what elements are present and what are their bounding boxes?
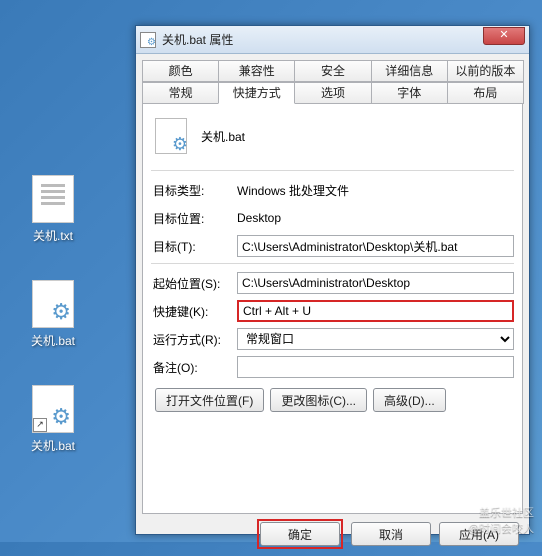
cancel-button[interactable]: 取消 — [351, 522, 431, 546]
watermark-line1: 盖乐世社区 — [468, 504, 534, 520]
open-location-button[interactable]: 打开文件位置(F) — [155, 388, 264, 412]
run-select[interactable]: 常规窗口 — [237, 328, 514, 350]
tab-security[interactable]: 安全 — [294, 60, 371, 82]
target-type-value: Windows 批处理文件 — [237, 182, 514, 199]
comment-label: 备注(O): — [151, 359, 237, 376]
title-icon — [140, 32, 156, 48]
shortcut-key-label: 快捷键(K): — [151, 303, 237, 320]
run-label: 运行方式(R): — [151, 331, 237, 348]
tab-details[interactable]: 详细信息 — [371, 60, 448, 82]
watermark: 盖乐世社区 @时间会咬人 — [468, 504, 534, 536]
target-loc-label: 目标位置: — [151, 210, 237, 227]
tab-compat[interactable]: 兼容性 — [218, 60, 295, 82]
file-bat-shortcut-icon — [32, 385, 74, 433]
window-title: 关机.bat 属性 — [162, 31, 483, 48]
start-in-input[interactable] — [237, 272, 514, 294]
tab-shortcut[interactable]: 快捷方式 — [218, 82, 295, 104]
titlebar[interactable]: 关机.bat 属性 ✕ — [136, 26, 529, 54]
target-label: 目标(T): — [151, 238, 237, 255]
change-icon-button[interactable]: 更改图标(C)... — [270, 388, 367, 412]
separator — [151, 170, 514, 171]
ok-button[interactable]: 确定 — [260, 522, 340, 546]
tab-color[interactable]: 颜色 — [142, 60, 219, 82]
desktop-icon-txt[interactable]: 关机.txt — [18, 175, 88, 244]
tab-options[interactable]: 选项 — [294, 82, 371, 104]
file-name: 关机.bat — [201, 128, 245, 145]
start-in-label: 起始位置(S): — [151, 275, 237, 292]
tab-layout[interactable]: 布局 — [447, 82, 524, 104]
close-button[interactable]: ✕ — [483, 27, 525, 45]
target-type-label: 目标类型: — [151, 182, 237, 199]
desktop-icon-label: 关机.bat — [18, 437, 88, 454]
shortcut-key-input[interactable] — [237, 300, 514, 322]
file-large-icon — [155, 118, 187, 154]
watermark-line2: @时间会咬人 — [468, 520, 534, 536]
file-txt-icon — [32, 175, 74, 223]
file-bat-icon — [32, 280, 74, 328]
separator — [151, 263, 514, 264]
target-loc-value: Desktop — [237, 211, 514, 225]
desktop-icon-label: 关机.txt — [18, 227, 88, 244]
advanced-button[interactable]: 高级(D)... — [373, 388, 446, 412]
desktop-icon-bat-shortcut[interactable]: 关机.bat — [18, 385, 88, 454]
tab-previous[interactable]: 以前的版本 — [447, 60, 524, 82]
desktop-icon-label: 关机.bat — [18, 332, 88, 349]
comment-input[interactable] — [237, 356, 514, 378]
tab-panel: 关机.bat 目标类型: Windows 批处理文件 目标位置: Desktop… — [142, 104, 523, 514]
tab-general[interactable]: 常规 — [142, 82, 219, 104]
desktop-icon-bat[interactable]: 关机.bat — [18, 280, 88, 349]
ok-highlight: 确定 — [257, 519, 343, 549]
tab-font[interactable]: 字体 — [371, 82, 448, 104]
target-input[interactable] — [237, 235, 514, 257]
tab-container: 颜色 兼容性 安全 详细信息 以前的版本 常规 快捷方式 选项 字体 布局 — [136, 54, 529, 104]
properties-dialog: 关机.bat 属性 ✕ 颜色 兼容性 安全 详细信息 以前的版本 常规 快捷方式… — [135, 25, 530, 535]
